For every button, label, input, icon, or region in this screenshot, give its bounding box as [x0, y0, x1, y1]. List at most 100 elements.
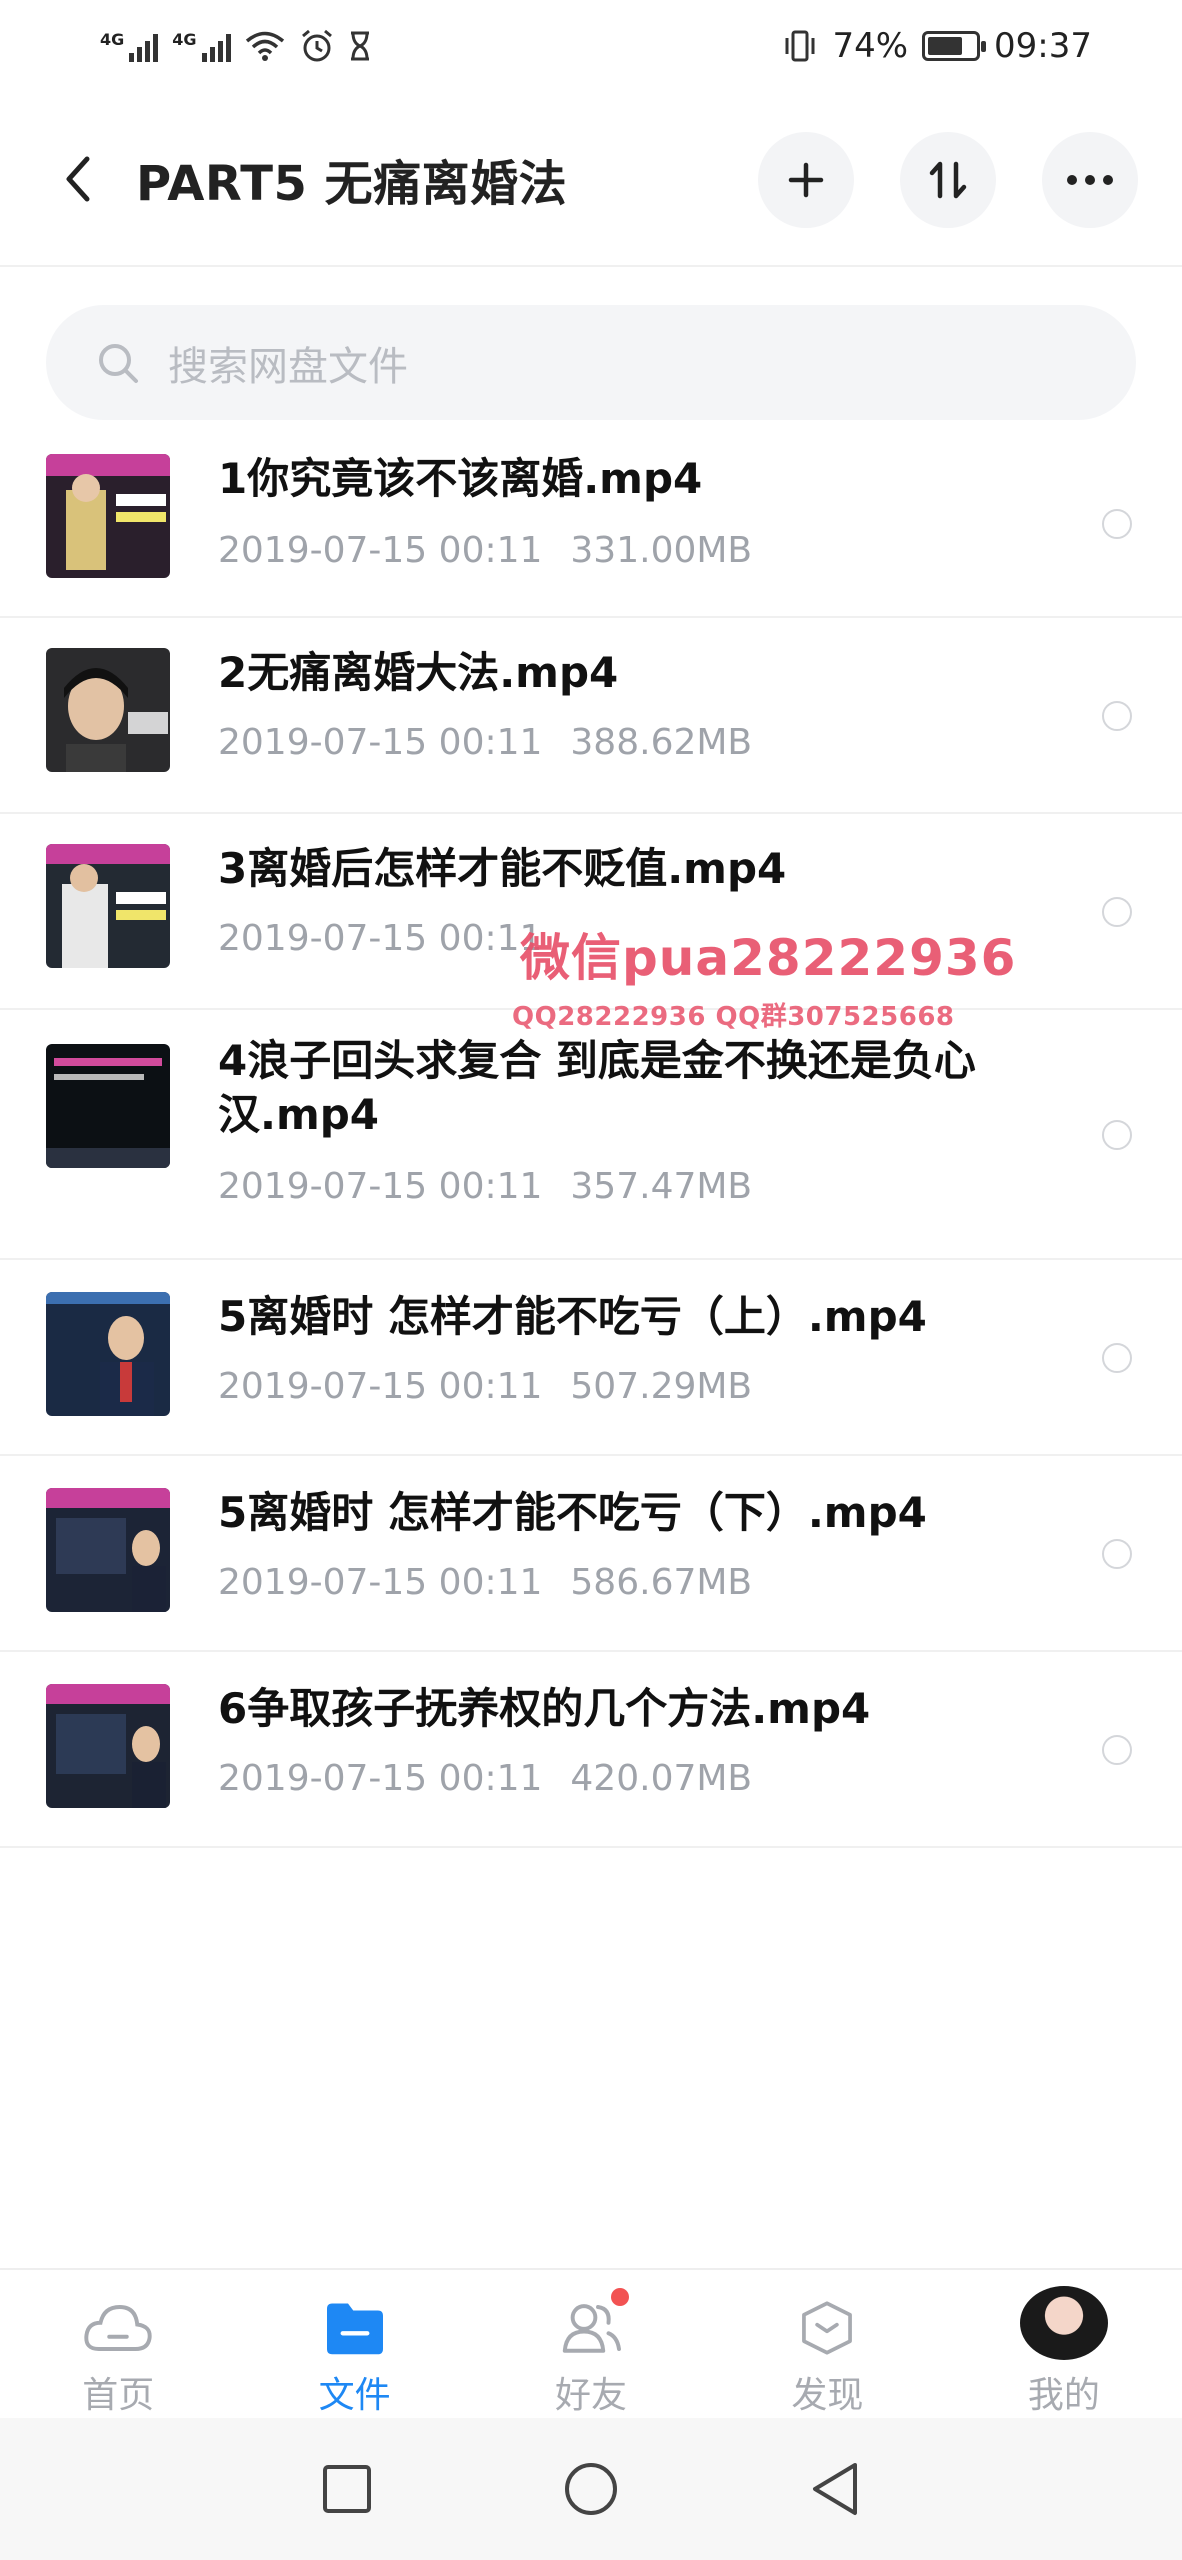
file-name: 4浪子回头求复合 到底是金不换还是负心汉.mp4 — [218, 1036, 976, 1139]
tab-me[interactable]: 我的 — [946, 2270, 1182, 2418]
video-thumbnail — [46, 1044, 170, 1168]
status-left: 4G 4G — [100, 28, 371, 64]
file-name: 3离婚后怎样才能不贬值.mp4 — [218, 844, 787, 893]
page-title: PART5 无痛离婚法 — [136, 155, 568, 212]
file-size: 420.07MB — [570, 1758, 753, 1799]
file-name: 1你究竟该不该离婚.mp4 — [218, 454, 703, 503]
tab-label: 好友 — [555, 2375, 628, 2416]
file-name: 5离婚时 怎样才能不吃亏（上）.mp4 — [218, 1292, 927, 1341]
file-meta: 2019-07-15 00:11 — [218, 918, 570, 959]
file-size: 357.47MB — [570, 1166, 753, 1207]
file-date: 2019-07-15 00:11 — [218, 1366, 543, 1407]
network-type-label: 4G — [172, 30, 197, 49]
tab-discover[interactable]: 发现 — [709, 2270, 945, 2418]
discover-icon — [802, 2301, 853, 2355]
file-row[interactable]: 1你究竟该不该离婚.mp4 2019-07-15 00:11 331.00MB — [0, 430, 1182, 618]
select-radio[interactable] — [1102, 701, 1132, 731]
sort-button[interactable] — [900, 132, 996, 228]
hourglass-icon — [350, 31, 369, 61]
notification-dot — [610, 2288, 629, 2306]
video-thumbnail — [46, 1488, 170, 1612]
recents-icon[interactable] — [321, 2463, 373, 2515]
tab-label: 发现 — [791, 2375, 864, 2416]
file-row[interactable]: 6争取孩子抚养权的几个方法.mp4 2019-07-15 00:11 420.07… — [0, 1652, 1182, 1848]
file-meta: 2019-07-15 00:11 357.47MB — [218, 1166, 752, 1207]
signal-icon: 4G — [172, 30, 231, 62]
alarm-icon — [301, 29, 332, 62]
tab-label: 首页 — [82, 2375, 155, 2416]
status-bar: 4G 4G 74% 09:37 — [0, 0, 1182, 92]
file-size: 388.62MB — [570, 722, 753, 763]
video-thumbnail — [46, 1292, 170, 1416]
search-bar[interactable]: 搜索网盘文件 — [46, 305, 1136, 420]
select-radio[interactable] — [1102, 1343, 1132, 1373]
more-button[interactable] — [1042, 132, 1138, 228]
watermark-line-1: 微信pua28222936 — [520, 929, 1017, 987]
signal-icon: 4G — [100, 30, 159, 62]
video-thumbnail — [46, 648, 170, 772]
file-row[interactable]: 5离婚时 怎样才能不吃亏（上）.mp4 2019-07-15 00:11 507.… — [0, 1260, 1182, 1456]
more-icon — [1067, 175, 1113, 185]
battery-percent: 74% — [832, 26, 909, 66]
clock: 09:37 — [994, 26, 1092, 66]
file-row[interactable]: 4浪子回头求复合 到底是金不换还是负心汉.mp4 2019-07-15 00:1… — [0, 1010, 1182, 1260]
header: PART5 无痛离婚法 — [0, 92, 1182, 267]
header-actions — [758, 132, 1138, 228]
select-radio[interactable] — [1102, 1539, 1132, 1569]
file-size: 331.00MB — [570, 530, 753, 571]
wifi-icon — [245, 31, 284, 61]
file-date: 2019-07-15 00:11 — [218, 722, 543, 763]
video-thumbnail — [46, 454, 170, 578]
file-date: 2019-07-15 00:11 — [218, 918, 543, 959]
home-icon[interactable] — [563, 2461, 619, 2517]
sort-icon — [929, 161, 967, 199]
file-date: 2019-07-15 00:11 — [218, 1166, 543, 1207]
select-radio[interactable] — [1102, 1735, 1132, 1765]
back-nav-icon[interactable] — [809, 2461, 861, 2517]
network-type-label: 4G — [100, 30, 125, 49]
file-date: 2019-07-15 00:11 — [218, 1562, 543, 1603]
file-name: 2无痛离婚大法.mp4 — [218, 648, 619, 697]
file-date: 2019-07-15 00:11 — [218, 1758, 543, 1799]
battery-icon — [922, 31, 987, 61]
file-name: 5离婚时 怎样才能不吃亏（下）.mp4 — [218, 1488, 927, 1537]
chevron-left-icon — [66, 156, 90, 201]
file-size: 586.67MB — [570, 1562, 753, 1603]
select-radio[interactable] — [1102, 897, 1132, 927]
file-row[interactable]: 2无痛离婚大法.mp4 2019-07-15 00:11 388.62MB — [0, 618, 1182, 814]
back-button[interactable] — [48, 149, 108, 209]
file-meta: 2019-07-15 00:11 388.62MB — [218, 722, 752, 763]
page: 4G 4G 74% 09:37 PART5 无痛离婚法 搜索网盘文件 1你究竟该… — [0, 0, 1182, 2560]
avatar — [1019, 2286, 1108, 2360]
file-meta: 2019-07-15 00:11 420.07MB — [218, 1758, 752, 1799]
file-meta: 2019-07-15 00:11 331.00MB — [218, 530, 752, 571]
file-row[interactable]: 5离婚时 怎样才能不吃亏（下）.mp4 2019-07-15 00:11 586.… — [0, 1456, 1182, 1652]
plus-icon — [788, 162, 824, 198]
folder-icon — [326, 2303, 383, 2355]
add-button[interactable] — [758, 132, 854, 228]
bottom-tab-bar: 首页 文件 好友 发现 我的 — [0, 2268, 1182, 2418]
tab-label: 文件 — [318, 2375, 391, 2416]
video-thumbnail — [46, 1684, 170, 1808]
search-icon — [99, 343, 138, 383]
file-meta: 2019-07-15 00:11 586.67MB — [218, 1562, 752, 1603]
cloud-icon — [84, 2305, 152, 2351]
file-list: 1你究竟该不该离婚.mp4 2019-07-15 00:11 331.00MB 2… — [0, 430, 1182, 1848]
tab-home[interactable]: 首页 — [0, 2270, 236, 2418]
select-radio[interactable] — [1102, 509, 1132, 539]
tab-files[interactable]: 文件 — [236, 2270, 472, 2418]
file-name: 6争取孩子抚养权的几个方法.mp4 — [218, 1684, 871, 1733]
system-nav-bar — [0, 2418, 1182, 2560]
tab-label: 我的 — [1027, 2375, 1100, 2416]
file-meta: 2019-07-15 00:11 507.29MB — [218, 1366, 752, 1407]
tab-friends[interactable]: 好友 — [473, 2270, 709, 2418]
status-right: 74% 09:37 — [782, 26, 1092, 66]
video-thumbnail — [46, 844, 170, 968]
vibrate-icon — [785, 30, 815, 62]
search-input[interactable]: 搜索网盘文件 — [168, 334, 408, 392]
file-date: 2019-07-15 00:11 — [218, 530, 543, 571]
file-size: 507.29MB — [570, 1366, 753, 1407]
friends-icon — [562, 2304, 621, 2353]
watermark-line-2: QQ28222936 QQ群307525668 — [512, 1002, 955, 1032]
select-radio[interactable] — [1102, 1120, 1132, 1150]
